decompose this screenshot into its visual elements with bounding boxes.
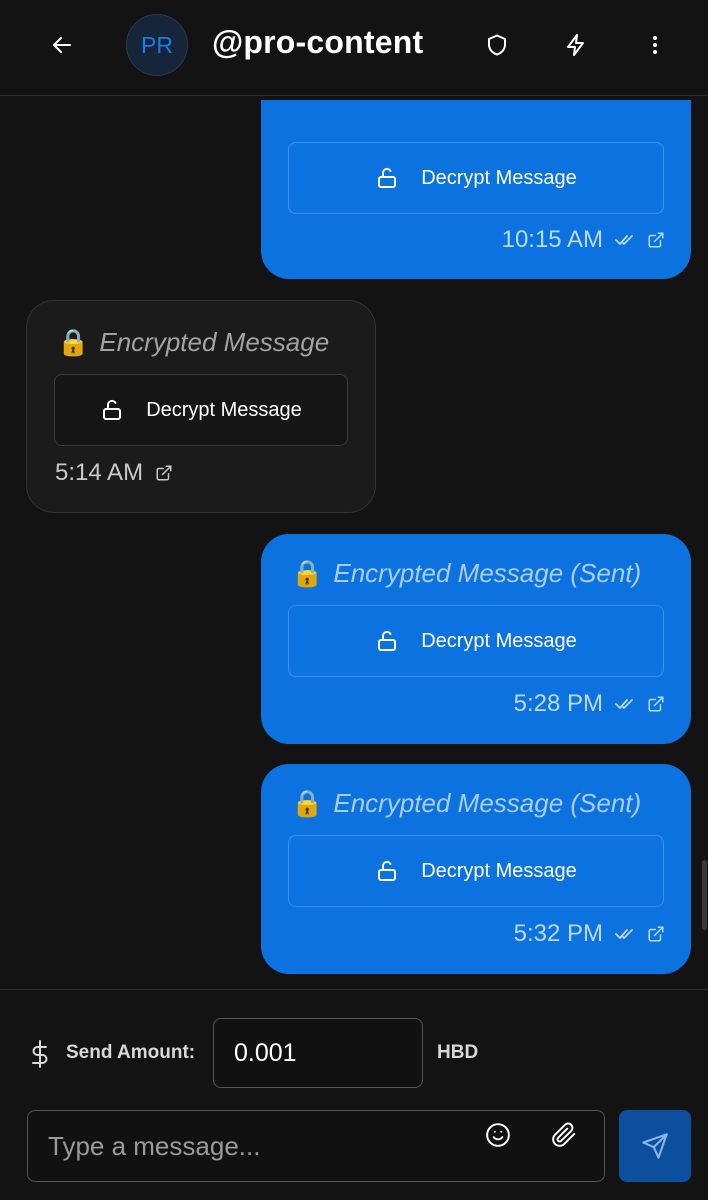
avatar-initials: PR <box>141 31 173 58</box>
unlock-icon <box>103 399 122 420</box>
security-button[interactable] <box>475 23 519 67</box>
message-meta: 5:32 PM <box>514 920 665 948</box>
decrypt-message-button[interactable]: Decrypt Message <box>54 374 348 446</box>
external-link-icon[interactable] <box>647 925 665 943</box>
message-time: 5:28 PM <box>513 690 603 717</box>
encrypted-title-text: Encrypted Message (Sent) <box>333 788 642 818</box>
message-time: 5:14 AM <box>55 459 144 486</box>
unlock-icon <box>378 167 397 188</box>
encrypted-message-title: 🔒 Encrypted Message <box>57 327 329 358</box>
unlock-icon <box>378 860 397 881</box>
send-icon <box>642 1133 668 1159</box>
arrow-left-icon <box>53 37 71 53</box>
double-check-icon <box>615 699 633 709</box>
chat-username[interactable]: @pro-content <box>212 24 423 61</box>
paperclip-icon <box>552 1122 576 1147</box>
attach-button[interactable] <box>534 1111 594 1159</box>
message-bubble-sent: 🔒 Encrypted Message (Sent) Decrypt Messag… <box>261 764 691 974</box>
footer-divider <box>0 989 708 990</box>
message-bubble-received: 🔒 Encrypted Message Decrypt Message 5:14 … <box>26 300 376 513</box>
decrypt-message-button[interactable]: Decrypt Message <box>288 835 664 907</box>
message-meta: 5:14 AM <box>55 459 173 487</box>
message-bubble-sent: Decrypt Message 10:15 AM <box>261 100 691 279</box>
currency-label: HBD <box>437 1042 479 1063</box>
emoji-button[interactable] <box>466 1111 530 1159</box>
dollar-icon <box>32 1040 48 1068</box>
chat-header: PR @pro-content <box>0 0 708 96</box>
message-input-container <box>27 1110 605 1182</box>
external-link-icon[interactable] <box>155 464 173 482</box>
message-meta: 5:28 PM <box>514 690 665 718</box>
external-link-icon[interactable] <box>647 695 665 713</box>
encrypted-title-text: Encrypted Message (Sent) <box>333 558 642 588</box>
send-amount-label: Send Amount: <box>66 1042 196 1063</box>
encrypted-message-title: 🔒 Encrypted Message (Sent) <box>291 788 641 819</box>
decrypt-label: Decrypt Message <box>421 166 577 189</box>
message-input[interactable] <box>28 1111 448 1181</box>
lock-icon: 🔒 <box>291 788 324 818</box>
lock-icon: 🔒 <box>291 558 324 588</box>
message-time: 10:15 AM <box>501 226 603 253</box>
lightning-icon <box>567 34 584 56</box>
decrypt-message-button[interactable]: Decrypt Message <box>288 605 664 677</box>
shield-icon <box>488 34 506 56</box>
decrypt-label: Decrypt Message <box>421 629 577 652</box>
message-time: 5:32 PM <box>513 920 603 947</box>
double-check-icon <box>615 235 633 245</box>
external-link-icon[interactable] <box>647 231 665 249</box>
more-options-button[interactable] <box>633 23 677 67</box>
decrypt-label: Decrypt Message <box>146 398 302 421</box>
decrypt-message-button[interactable]: Decrypt Message <box>288 142 664 214</box>
double-check-icon <box>615 929 633 939</box>
encrypted-title-text: Encrypted Message <box>99 327 330 357</box>
encrypted-message-title: 🔒 Encrypted Message (Sent) <box>291 558 641 589</box>
lock-icon: 🔒 <box>57 327 90 357</box>
avatar[interactable]: PR <box>126 14 188 76</box>
back-button[interactable] <box>40 23 84 67</box>
send-button[interactable] <box>619 1110 691 1182</box>
scrollbar[interactable] <box>702 860 707 930</box>
more-vertical-icon <box>653 36 657 54</box>
decrypt-label: Decrypt Message <box>421 859 577 882</box>
smile-icon <box>486 1123 510 1147</box>
unlock-icon <box>378 630 397 651</box>
message-meta: 10:15 AM <box>502 226 665 254</box>
zap-button[interactable] <box>554 23 598 67</box>
message-bubble-sent: 🔒 Encrypted Message (Sent) Decrypt Messag… <box>261 534 691 744</box>
send-amount-input[interactable] <box>213 1018 423 1088</box>
